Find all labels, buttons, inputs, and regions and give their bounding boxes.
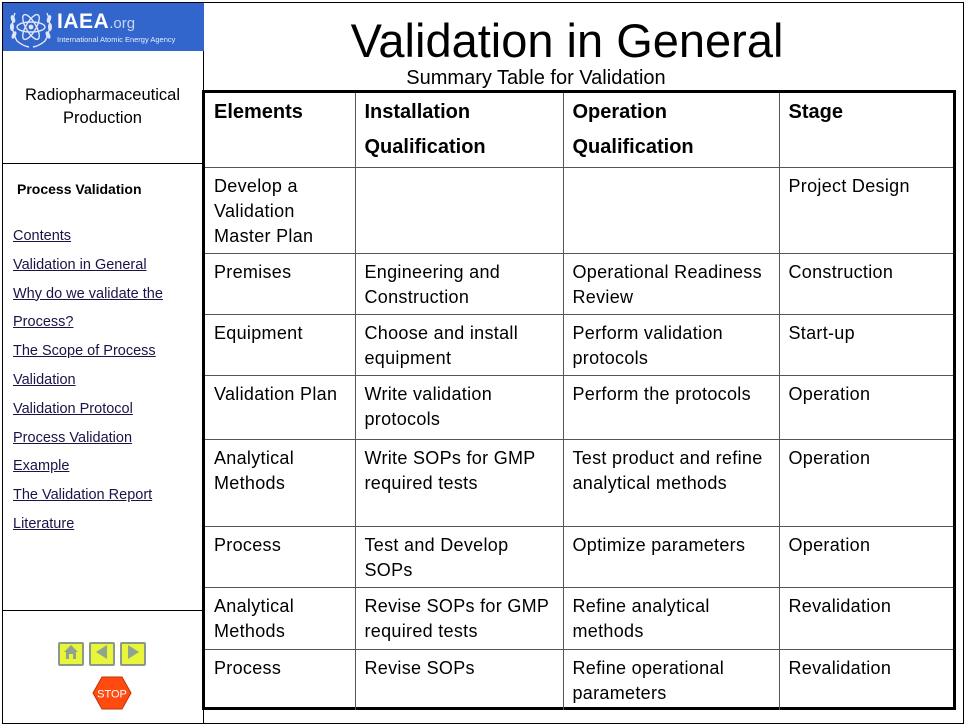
cell-installation: Revise SOPs — [354, 648, 564, 710]
cell-installation: Revise SOPs for GMP required tests — [354, 586, 564, 650]
table-row: Analytical Methods Write SOPs for GMP re… — [205, 438, 953, 527]
cell-element: Premises — [205, 252, 356, 315]
nav-link-contents[interactable]: Contents — [13, 222, 163, 251]
cell-operation: Operational Readiness Review — [562, 252, 780, 315]
arrow-right-icon — [124, 643, 142, 666]
nav-section-heading: Process Validation — [17, 181, 142, 197]
nav-link-why-validate[interactable]: Why do we validate the — [13, 280, 163, 309]
cell-element: Analytical Methods — [205, 586, 356, 650]
cell-element: Process — [205, 525, 356, 588]
iaea-logo[interactable]: IAEA.org International Atomic Energy Age… — [3, 3, 204, 51]
nav-link-validation-report[interactable]: The Validation Report — [13, 481, 163, 510]
cell-stage: Operation — [778, 525, 953, 588]
page-title: Validation in General — [350, 14, 784, 67]
forward-button[interactable] — [120, 642, 146, 666]
table-row: Develop a Validation Master Plan Project… — [205, 166, 953, 254]
home-button[interactable] — [58, 642, 84, 666]
nav-link-scope[interactable]: The Scope of Process — [13, 337, 163, 366]
page-subtitle: Summary Table for Validation — [406, 67, 666, 89]
cell-installation: Engineering and Construction — [354, 252, 564, 315]
cell-operation — [562, 166, 780, 254]
cell-element: Analytical Methods — [205, 438, 356, 527]
header-installation-qualification: Installation Qualification — [354, 93, 564, 168]
table-header-row: Elements Installation Qualification Opera… — [205, 93, 953, 168]
course-title: Radiopharmaceutical Production — [2, 51, 203, 164]
sidebar: IAEA.org International Atomic Energy Age… — [2, 2, 204, 724]
header-elements: Elements — [205, 93, 356, 168]
cell-operation: Refine analytical methods — [562, 586, 780, 650]
table-row: Analytical Methods Revise SOPs for GMP r… — [205, 586, 953, 650]
cell-stage: Operation — [778, 438, 953, 527]
cell-operation: Perform the protocols — [562, 374, 780, 440]
cell-element: Equipment — [205, 313, 356, 376]
nav-link-literature[interactable]: Literature — [13, 510, 163, 539]
nav-link-process-validation-example[interactable]: Process Validation — [13, 424, 163, 453]
cell-operation: Test product and refine analytical metho… — [562, 438, 780, 527]
cell-installation: Test and Develop SOPs — [354, 525, 564, 588]
sidebar-nav: Process Validation Contents Validation i… — [2, 165, 203, 611]
nav-link-validation-protocol[interactable]: Validation Protocol — [13, 395, 163, 424]
home-icon — [62, 643, 80, 666]
cell-stage: Start-up — [778, 313, 953, 376]
stop-button[interactable]: STOP — [92, 676, 132, 710]
header-operation-qualification: Operation Qualification — [562, 93, 780, 168]
cell-stage: Operation — [778, 374, 953, 440]
table-row: Premises Engineering and Construction Op… — [205, 252, 953, 315]
back-button[interactable] — [89, 642, 115, 666]
cell-stage: Construction — [778, 252, 953, 315]
logo-subtitle: International Atomic Energy Agency — [57, 34, 176, 44]
iaea-emblem-icon — [6, 4, 56, 50]
logo-wordmark: IAEA.org — [57, 9, 136, 33]
cell-element: Develop a Validation Master Plan — [205, 166, 356, 254]
cell-stage: Project Design — [778, 166, 953, 254]
nav-link-why-validate-cont[interactable]: Process? — [13, 308, 163, 337]
cell-installation — [354, 166, 564, 254]
cell-operation: Refine operational parameters — [562, 648, 780, 710]
cell-stage: Revalidation — [778, 648, 953, 710]
cell-element: Validation Plan — [205, 374, 356, 440]
table-row: Process Revise SOPs Refine operational p… — [205, 648, 953, 710]
table-row: Process Test and Develop SOPs Optimize p… — [205, 525, 953, 588]
navigation-controls: STOP — [2, 612, 203, 724]
summary-table: Elements Installation Qualification Opera… — [202, 90, 956, 710]
cell-installation: Write validation protocols — [354, 374, 564, 440]
cell-stage: Revalidation — [778, 586, 953, 650]
header-stage: Stage — [778, 93, 953, 168]
cell-operation: Perform validation protocols — [562, 313, 780, 376]
cell-installation: Choose and install equipment — [354, 313, 564, 376]
stop-label: STOP — [97, 689, 127, 701]
nav-link-scope-cont[interactable]: Validation — [13, 366, 163, 395]
arrow-left-icon — [93, 643, 111, 666]
table-row: Equipment Choose and install equipment P… — [205, 313, 953, 376]
nav-link-validation-in-general[interactable]: Validation in General — [13, 251, 163, 280]
nav-link-process-validation-example-cont[interactable]: Example — [13, 452, 163, 481]
cell-operation: Optimize parameters — [562, 525, 780, 588]
cell-installation: Write SOPs for GMP required tests — [354, 438, 564, 527]
table-row: Validation Plan Write validation protoco… — [205, 374, 953, 440]
cell-element: Process — [205, 648, 356, 710]
